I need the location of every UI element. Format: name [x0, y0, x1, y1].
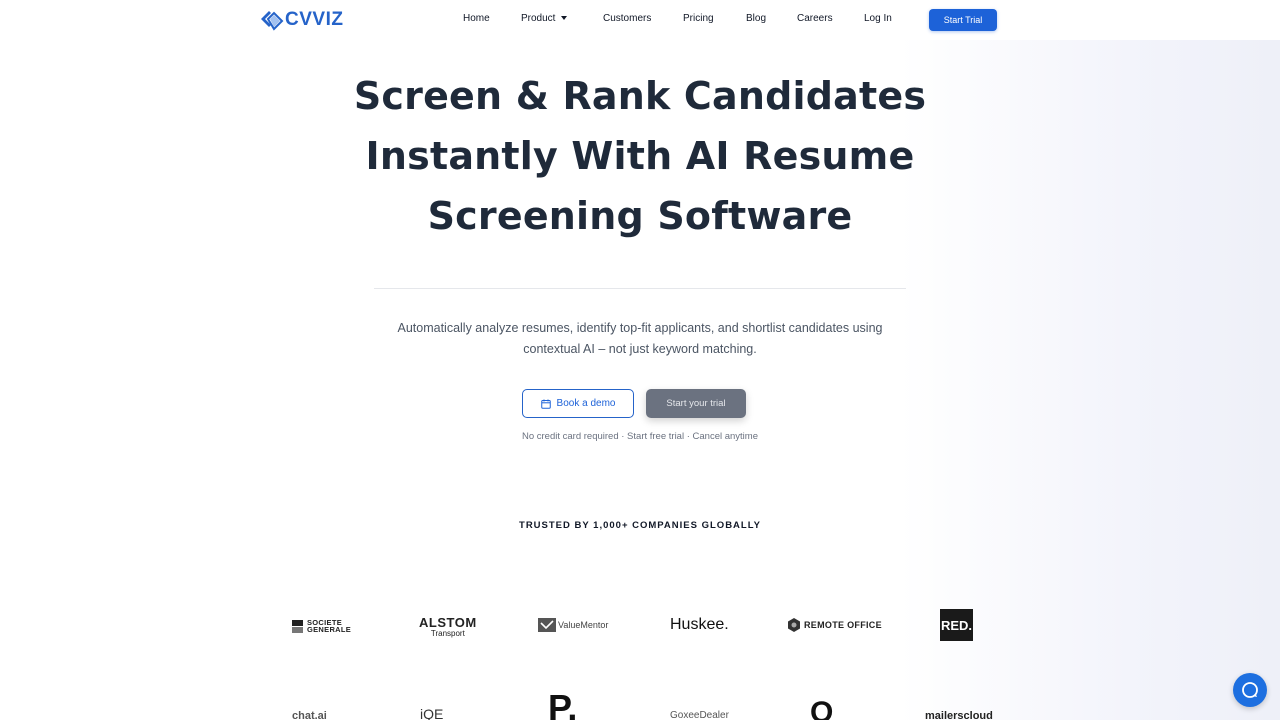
hero-subtitle-line-2: contextual AI – not just keyword matchin…: [523, 342, 757, 356]
logo-red: RED.: [940, 609, 973, 641]
start-trial-button[interactable]: Start your trial: [646, 389, 746, 418]
logo-huskee: Huskee.: [670, 616, 729, 633]
valuementor-mark-icon: [538, 618, 556, 632]
alstom-line-2: Transport: [430, 629, 465, 638]
logo-alstom: ALSTOM Transport: [419, 615, 477, 638]
hero-title: Screen & Rank Candidates Instantly With …: [0, 66, 1280, 246]
trusted-heading: TRUSTED BY 1,000+ COMPANIES GLOBALLY: [519, 520, 761, 531]
start-trial-nav-button[interactable]: Start Trial: [929, 9, 997, 31]
remote-office-mark-icon: [788, 618, 800, 632]
alstom-line-1: ALSTOM: [419, 615, 477, 630]
nav-home[interactable]: Home: [463, 13, 490, 24]
logo-chat-ai: chat.ai: [292, 710, 327, 720]
fine-print: No credit card required · Start free tri…: [521, 431, 758, 442]
hero-divider: [374, 288, 906, 289]
nav-product[interactable]: Product: [521, 13, 568, 24]
cvviz-logo-icon: [261, 11, 284, 31]
nav-customers[interactable]: Customers: [603, 13, 651, 24]
chat-widget-button[interactable]: [1233, 673, 1267, 707]
nav-careers[interactable]: Careers: [797, 13, 833, 24]
nav-blog[interactable]: Blog: [746, 13, 766, 24]
nav-login[interactable]: Log In: [864, 13, 892, 24]
logo-valuementor: ValueMentor: [538, 617, 608, 633]
logo-o: O: [810, 696, 834, 720]
remote-office-text: REMOTE OFFICE: [804, 620, 882, 630]
logo-p: P.: [548, 687, 578, 720]
logo-iqe: iQE: [420, 706, 444, 720]
logo-remote-office: REMOTE OFFICE: [787, 618, 882, 632]
chat-bubble-icon: [1242, 682, 1258, 698]
brand-name: CVVIZ: [285, 8, 344, 30]
top-navbar: CVVIZ Home Product Customers Pricing Blo…: [0, 0, 1280, 40]
brand-logo[interactable]: CVVIZ: [258, 6, 343, 32]
hero-title-line-2: Instantly With AI Resume: [365, 134, 915, 178]
logo-mailerscloud: mailerscloud: [925, 710, 993, 720]
nav-product-label: Product: [521, 13, 556, 24]
hero-title-line-3: Screening Software: [427, 194, 853, 238]
book-demo-button[interactable]: Book a demo: [522, 389, 634, 418]
societe-line-2: GENERALE: [307, 625, 352, 634]
calendar-icon: [540, 399, 551, 409]
book-demo-label: Book a demo: [556, 398, 616, 409]
societe-generale-mark-icon: [292, 619, 303, 633]
nav-pricing[interactable]: Pricing: [683, 13, 714, 24]
logo-goxee: GoxeeDealer: [670, 710, 729, 720]
valuementor-text: ValueMentor: [558, 620, 609, 630]
logo-societe-generale: SOCIETE GENERALE: [292, 619, 351, 633]
hero-subtitle-line-1: Automatically analyze resumes, identify …: [397, 321, 883, 335]
hero-subtitle: Automatically analyze resumes, identify …: [370, 318, 910, 360]
hero-section: Screen & Rank Candidates Instantly With …: [0, 66, 1280, 246]
chevron-down-icon: [561, 16, 568, 21]
hero-title-line-1: Screen & Rank Candidates: [353, 74, 927, 118]
